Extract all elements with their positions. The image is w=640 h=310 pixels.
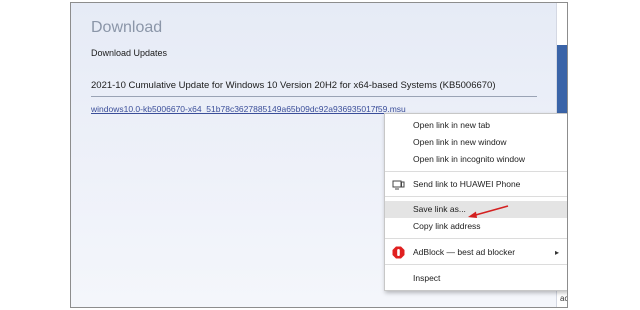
menu-item-open-new-window[interactable]: Open link in new window (385, 134, 567, 151)
menu-item-label: AdBlock — best ad blocker (413, 247, 516, 257)
menu-item-label: Open link in new tab (413, 120, 491, 130)
menu-separator (385, 196, 567, 197)
context-menu: Open link in new tab Open link in new wi… (384, 113, 567, 291)
menu-separator (385, 171, 567, 172)
menu-item-label: Send link to HUAWEI Phone (413, 179, 521, 189)
side-panel-glyph: ac (560, 294, 568, 303)
menu-item-label: Open link in new window (413, 137, 507, 147)
menu-item-send-to-phone[interactable]: Send link to HUAWEI Phone (385, 176, 567, 193)
update-title: 2021-10 Cumulative Update for Windows 10… (91, 80, 496, 91)
browser-screenshot: ad ad ac ac ac ac ac Download Download U… (70, 2, 568, 308)
divider (91, 96, 537, 97)
menu-item-label: Inspect (413, 273, 441, 283)
adblock-icon (392, 246, 405, 259)
menu-item-label: Open link in incognito window (413, 154, 525, 164)
menu-item-open-incognito[interactable]: Open link in incognito window (385, 151, 567, 168)
download-file-link[interactable]: windows10.0-kb5006670-x64_51b78c36278851… (91, 104, 406, 114)
chevron-right-icon: ▸ (554, 248, 559, 257)
phone-send-icon (392, 180, 405, 190)
section-label: Download Updates (91, 48, 168, 58)
menu-item-label: Save link as... (413, 204, 466, 214)
menu-separator (385, 264, 567, 265)
menu-separator (385, 238, 567, 239)
annotation-arrow-icon (468, 205, 509, 218)
menu-item-adblock[interactable]: AdBlock — best ad blocker ▸ (385, 244, 567, 261)
menu-item-inspect[interactable]: Inspect (385, 270, 567, 287)
menu-item-open-new-tab[interactable]: Open link in new tab (385, 117, 567, 134)
page-title: Download (91, 19, 163, 36)
